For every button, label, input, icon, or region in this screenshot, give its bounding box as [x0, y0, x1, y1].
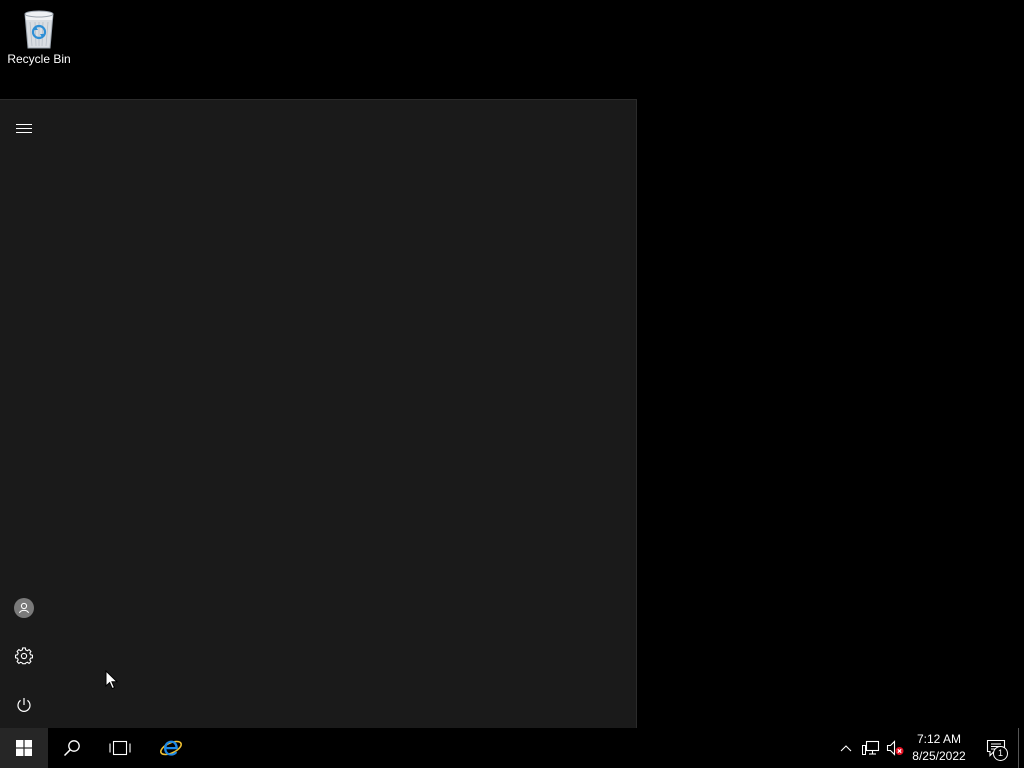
gear-icon [15, 647, 33, 665]
clock-time: 7:12 AM [916, 732, 962, 746]
internet-explorer-button[interactable] [147, 728, 195, 768]
clock-date: 8/25/2022 [912, 749, 966, 763]
show-hidden-icons-button[interactable] [836, 728, 856, 768]
expand-menu-button[interactable] [0, 105, 48, 153]
network-tray-button[interactable] [860, 728, 882, 768]
notification-count-badge: 1 [993, 746, 1008, 761]
task-view-icon [109, 740, 131, 756]
show-desktop-button[interactable] [1018, 728, 1024, 768]
user-account-icon [14, 598, 34, 618]
recycle-bin-icon [24, 10, 54, 49]
clock-button[interactable]: 7:12 AM 8/25/2022 [906, 728, 972, 768]
taskbar: 7:12 AM 8/25/2022 1 [0, 728, 1024, 768]
hamburger-menu-icon [16, 124, 32, 133]
recycle-bin-label: Recycle Bin [7, 52, 71, 66]
power-icon [17, 698, 31, 712]
start-menu-rail [0, 100, 48, 729]
settings-button[interactable] [0, 632, 48, 680]
start-menu [0, 99, 637, 729]
search-icon [63, 740, 80, 757]
action-center-button[interactable]: 1 [976, 728, 1016, 768]
user-account-button[interactable] [0, 584, 48, 632]
start-button[interactable] [0, 728, 48, 768]
search-button[interactable] [48, 728, 96, 768]
recycle-bin-shortcut[interactable]: Recycle Bin [4, 6, 74, 76]
volume-muted-icon [886, 740, 904, 756]
volume-tray-button[interactable] [884, 728, 906, 768]
power-button[interactable] [0, 681, 48, 729]
task-view-button[interactable] [96, 728, 144, 768]
chevron-up-icon [840, 745, 852, 752]
windows-logo-icon [16, 740, 32, 756]
network-icon [862, 740, 880, 755]
internet-explorer-icon [160, 740, 182, 756]
